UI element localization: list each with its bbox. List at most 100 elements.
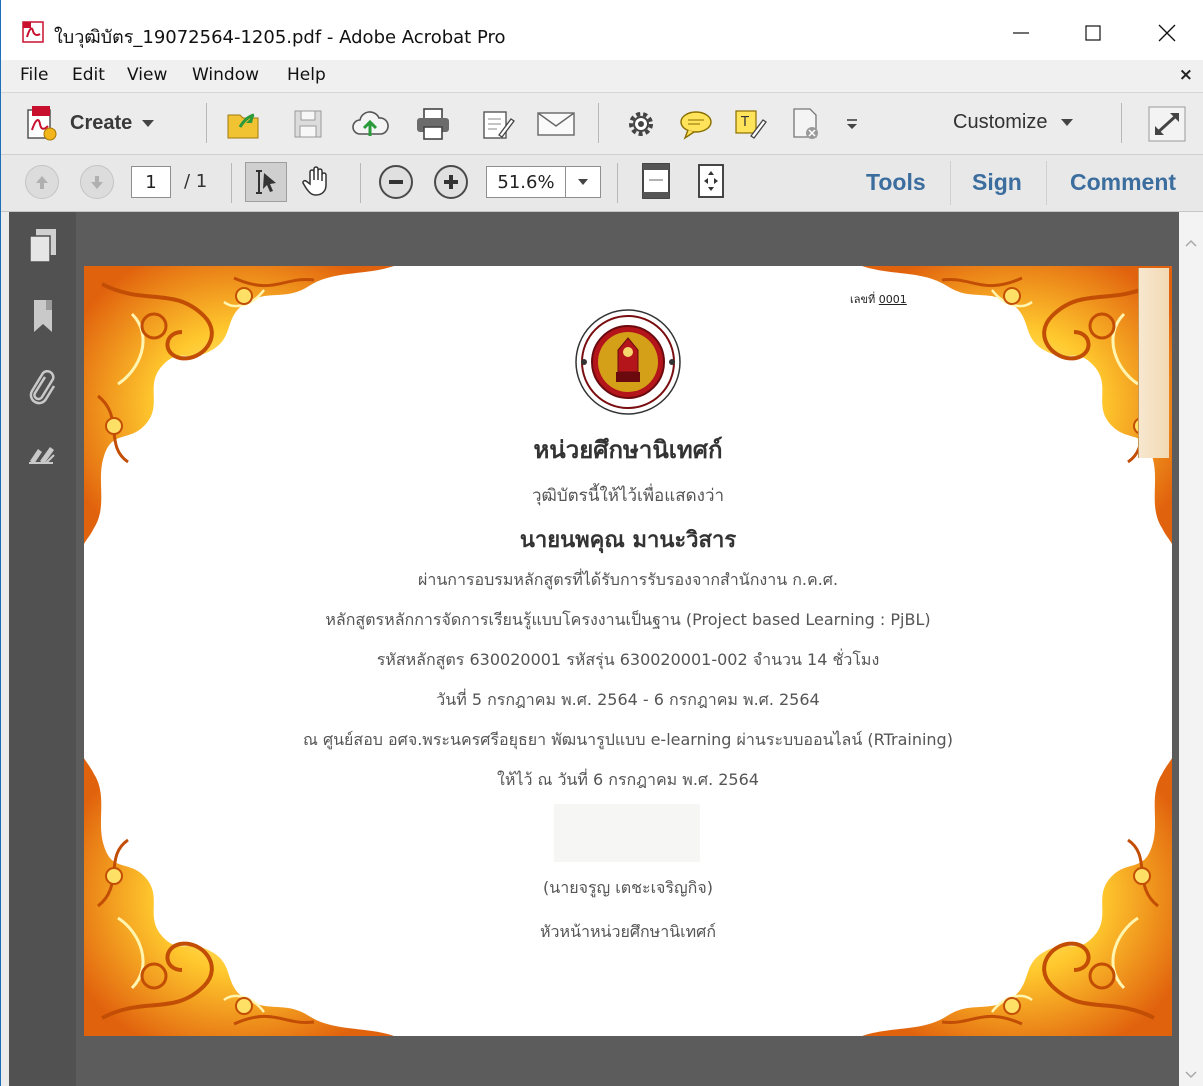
print-icon [417, 108, 449, 140]
maximize-button[interactable] [1065, 14, 1121, 52]
certificate-number-value: 0001 [878, 293, 907, 306]
overflow-menu-icon [847, 119, 857, 129]
svg-text:T: T [740, 115, 749, 130]
certificate-page: เลขที่ 0001 หน่วยศึกษานิเทศก์ วุฒิบัตรนี… [84, 266, 1172, 1036]
scroll-up-icon[interactable] [1184, 238, 1198, 248]
customize-button[interactable]: Customize [953, 111, 1074, 134]
next-page-button[interactable] [80, 165, 114, 199]
minimize-button[interactable] [993, 14, 1049, 52]
more-tools-button[interactable] [832, 105, 872, 143]
chevron-down-icon [142, 119, 155, 127]
menu-file[interactable]: File [20, 65, 48, 85]
minimize-icon [1013, 32, 1029, 34]
vertical-scrollbar[interactable] [1179, 212, 1203, 1086]
email-icon [537, 112, 575, 136]
toolbar-divider [598, 103, 599, 143]
scrolling-mode-button[interactable] [691, 162, 731, 200]
fit-page-button[interactable] [636, 162, 676, 200]
toolbar-divider [360, 163, 361, 203]
full-screen-button[interactable] [1148, 106, 1186, 142]
signatures-button[interactable] [23, 436, 63, 476]
fit-page-icon [642, 163, 670, 199]
cloud-upload-icon [352, 111, 389, 136]
signature-area [554, 804, 700, 862]
scroll-down-icon[interactable] [1184, 1070, 1198, 1080]
toolbar-divider [1121, 103, 1122, 143]
expand-icon [1148, 106, 1186, 142]
page-arrows-icon [698, 164, 724, 198]
toolbar-divider [950, 161, 951, 205]
certificate-issue-date: ให้ไว้ ณ วันที่ 6 กรกฎาคม พ.ศ. 2564 [497, 770, 759, 789]
signer-name: (นายจรูญ เตชะเจริญกิจ) [543, 878, 713, 897]
menu-bar: File Edit View Window Help × [0, 60, 1203, 93]
create-button[interactable]: Create [24, 103, 155, 143]
sign-pane-button[interactable]: Sign [972, 169, 1022, 196]
chevron-down-icon [578, 179, 588, 185]
page-total: / 1 [184, 171, 208, 192]
toolbar-divider [206, 103, 207, 143]
hand-tool-button[interactable] [298, 162, 338, 200]
tools-pane-button[interactable]: Tools [866, 169, 926, 196]
comment-button[interactable] [676, 105, 716, 143]
previous-page-button[interactable] [25, 165, 59, 199]
plus-icon [444, 175, 458, 189]
bookmarks-button[interactable] [23, 296, 63, 336]
menu-help[interactable]: Help [287, 65, 326, 85]
certificate-dates: วันที่ 5 กรกฎาคม พ.ศ. 2564 - 6 กรกฎาคม พ… [436, 690, 820, 709]
document-action-button[interactable] [786, 105, 826, 143]
edit-form-icon [483, 111, 515, 139]
toolbar-divider [1046, 161, 1047, 205]
save-button[interactable] [288, 105, 328, 143]
minus-icon [389, 180, 403, 184]
open-button[interactable] [225, 105, 265, 143]
zoom-input[interactable]: 51.6% [486, 166, 566, 198]
edit-form-button[interactable] [478, 105, 518, 143]
attached-side-strip [1138, 268, 1169, 458]
vocational-education-seal [574, 308, 682, 416]
select-tool-button[interactable] [245, 162, 287, 202]
certificate-intro: วุฒิบัตรนี้ให้ไว้เพื่อแสดงว่า [531, 486, 725, 506]
print-button[interactable] [413, 105, 453, 143]
pages-icon [29, 229, 56, 263]
certificate-line-1: ผ่านการอบรมหลักสูตรที่ได้รับการรับรองจาก… [417, 570, 839, 589]
menu-window[interactable]: Window [192, 65, 259, 85]
email-button[interactable] [536, 105, 576, 143]
seal-emblem-icon [575, 309, 681, 415]
menu-edit[interactable]: Edit [72, 65, 105, 85]
certificate-number: เลขที่ 0001 [850, 290, 907, 308]
recipient-name: นายนพคุณ มานะวิสาร [519, 528, 737, 553]
close-button[interactable] [1139, 14, 1195, 52]
comment-pane-button[interactable]: Comment [1070, 169, 1176, 196]
toolbar-divider [617, 163, 618, 203]
main-toolbar: Create T Customize [0, 93, 1203, 155]
page-number-input[interactable]: 1 [131, 166, 171, 198]
settings-button[interactable] [621, 105, 661, 143]
create-label: Create [70, 111, 133, 134]
bookmark-icon [34, 300, 52, 332]
signature-pen-icon [29, 447, 55, 464]
page-thumbnails-button[interactable] [23, 226, 63, 266]
certificate-number-label: เลขที่ [850, 293, 876, 306]
paperclip-icon [29, 370, 56, 405]
open-folder-icon [227, 113, 259, 139]
signer-title: หัวหน้าหน่วยศึกษานิเทศก์ [539, 922, 716, 941]
save-icon [294, 110, 322, 138]
document-action-icon [793, 108, 818, 139]
highlight-button[interactable]: T [731, 105, 771, 143]
certificate-venue: ณ ศูนย์สอบ อศจ.พระนครศรีอยุธยา พัฒนารูปแ… [303, 730, 953, 749]
certificate-course-code: รหัสหลักสูตร 630020001 รหัสรุ่น 63002000… [376, 650, 880, 669]
title-bar: ใบวุฒิบัตร_19072564-1205.pdf - Adobe Acr… [0, 0, 1203, 66]
zoom-out-button[interactable] [379, 165, 413, 199]
menu-view[interactable]: View [127, 65, 167, 85]
certificate-org: หน่วยศึกษานิเทศก์ [533, 436, 723, 464]
chevron-down-icon [1061, 119, 1074, 126]
zoom-in-button[interactable] [434, 165, 468, 199]
zoom-dropdown-button[interactable] [565, 166, 601, 198]
cloud-upload-button[interactable] [350, 105, 390, 143]
certificate-course: หลักสูตรหลักการจัดการเรียนรู้แบบโครงงานเ… [325, 610, 931, 629]
attachments-button[interactable] [23, 366, 63, 406]
close-document-button[interactable]: × [1179, 65, 1193, 85]
customize-label: Customize [953, 111, 1048, 133]
pdf-app-icon [22, 21, 44, 43]
highlight-text-icon: T [735, 110, 767, 139]
